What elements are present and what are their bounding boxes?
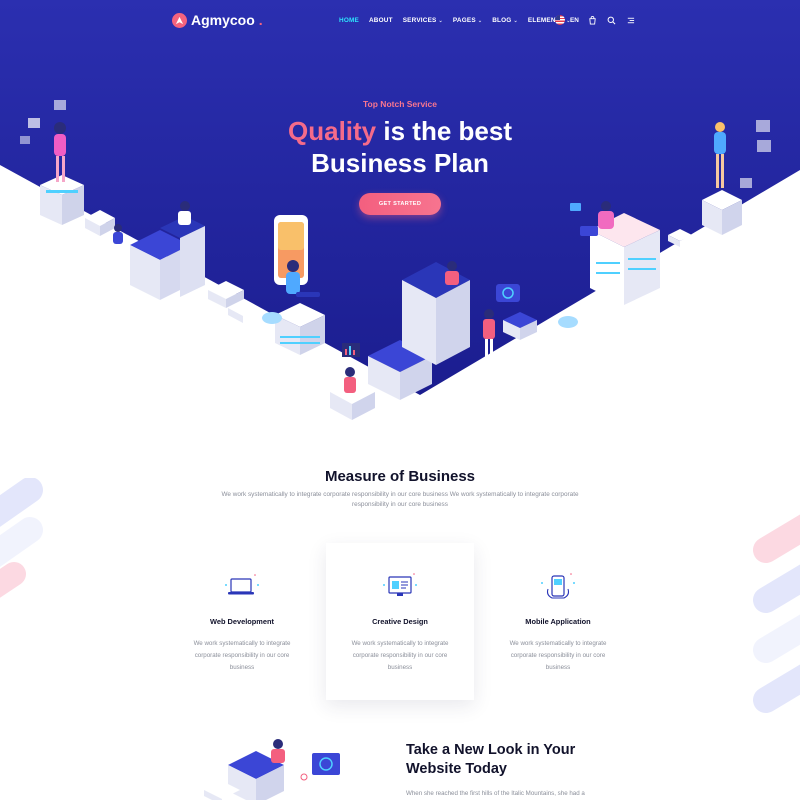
- nav-item-label: SERVICES: [402, 17, 437, 24]
- cart-icon[interactable]: [588, 15, 598, 25]
- feature-illustration: [204, 739, 340, 800]
- nav-item-home[interactable]: HOME: [339, 17, 359, 24]
- section-title: Measure of Business: [324, 468, 476, 485]
- left-steps: [85, 201, 205, 300]
- mobile-app-icon: [541, 573, 575, 599]
- right-decorative-shapes: [753, 514, 800, 713]
- service-card-mobile-application[interactable]: Mobile Application We work systematicall…: [484, 543, 632, 700]
- hero-title-rest: is the best: [376, 116, 512, 146]
- language-label: EN: [570, 16, 579, 24]
- nav-item-services[interactable]: SERVICES ⌄: [403, 17, 443, 24]
- chevron-down-icon: ⌄: [438, 17, 443, 24]
- language-switcher[interactable]: EN: [555, 15, 579, 25]
- phone-tower: [274, 215, 325, 355]
- feature-title-line2: Website Today: [406, 761, 507, 777]
- card-text: We work systematically to integrate corp…: [193, 640, 291, 671]
- nav-item-blog[interactable]: BLOG ⌄: [492, 17, 518, 24]
- nav-item-label: HOME: [339, 17, 359, 24]
- service-card-creative-design[interactable]: Creative Design We work systematically t…: [326, 543, 474, 700]
- main-menu: HOME ABOUT SERVICES ⌄ PAGES ⌄ BLOG ⌄ ELEMEN…: [339, 17, 571, 24]
- hero-isometric-illustration: [20, 100, 771, 420]
- right-blocks: [503, 201, 660, 340]
- card-text: We work systematically to integrate corp…: [509, 640, 607, 671]
- nav-item-label: ABOUT: [368, 17, 393, 24]
- nav-item-pages[interactable]: PAGES ⌄: [453, 17, 482, 24]
- card-title: Web Development: [210, 617, 274, 626]
- get-started-button[interactable]: GET STARTED: [359, 193, 441, 215]
- card-text: We work systematically to integrate corp…: [351, 640, 449, 671]
- us-flag-icon: [555, 15, 565, 25]
- brand-dot: .: [258, 12, 263, 28]
- center-staircase: [330, 261, 520, 420]
- feature-title: Take a New Look in Your Website Today: [406, 741, 646, 779]
- design-monitor-icon: [383, 573, 417, 596]
- left-decorative-shapes: [0, 478, 43, 598]
- card-title: Mobile Application: [525, 617, 591, 626]
- feature-title-line1: Take a New Look in Your: [406, 742, 576, 758]
- section-description: We work systematically to integrate corp…: [221, 491, 579, 508]
- nav-item-label: BLOG: [492, 17, 512, 24]
- left-pillar: [40, 175, 84, 225]
- logo-mark-icon: [172, 12, 187, 28]
- landing-page: Agmycoo. HOME ABOUT SERVICES ⌄ PAGES ⌄ BLO…: [0, 0, 800, 800]
- brand-logo[interactable]: Agmycoo.: [172, 12, 263, 28]
- hero-eyebrow: Top Notch Service: [363, 99, 437, 109]
- search-icon[interactable]: [607, 15, 617, 25]
- hero-title-line2: Business Plan: [311, 148, 489, 178]
- nav-actions: EN: [555, 15, 636, 25]
- menu-icon[interactable]: [626, 15, 636, 25]
- chevron-down-icon: ⌄: [477, 17, 483, 24]
- nav-item-label: PAGES: [452, 17, 476, 24]
- chevron-down-icon: ⌄: [513, 17, 518, 24]
- brand-name: Agmycoo: [191, 12, 255, 28]
- service-card-web-development[interactable]: Web Development We work systematically t…: [168, 543, 316, 700]
- hero-title: Quality is the best Business Plan: [0, 115, 800, 179]
- feature-text: When she reached the first hills of the …: [406, 790, 585, 797]
- top-navigation: Agmycoo. HOME ABOUT SERVICES ⌄ PAGES ⌄ BLO…: [0, 0, 800, 42]
- card-title: Creative Design: [372, 617, 428, 626]
- laptop-icon: [225, 574, 259, 595]
- nav-item-about[interactable]: ABOUT: [369, 17, 393, 24]
- hero-title-accent: Quality: [288, 116, 377, 146]
